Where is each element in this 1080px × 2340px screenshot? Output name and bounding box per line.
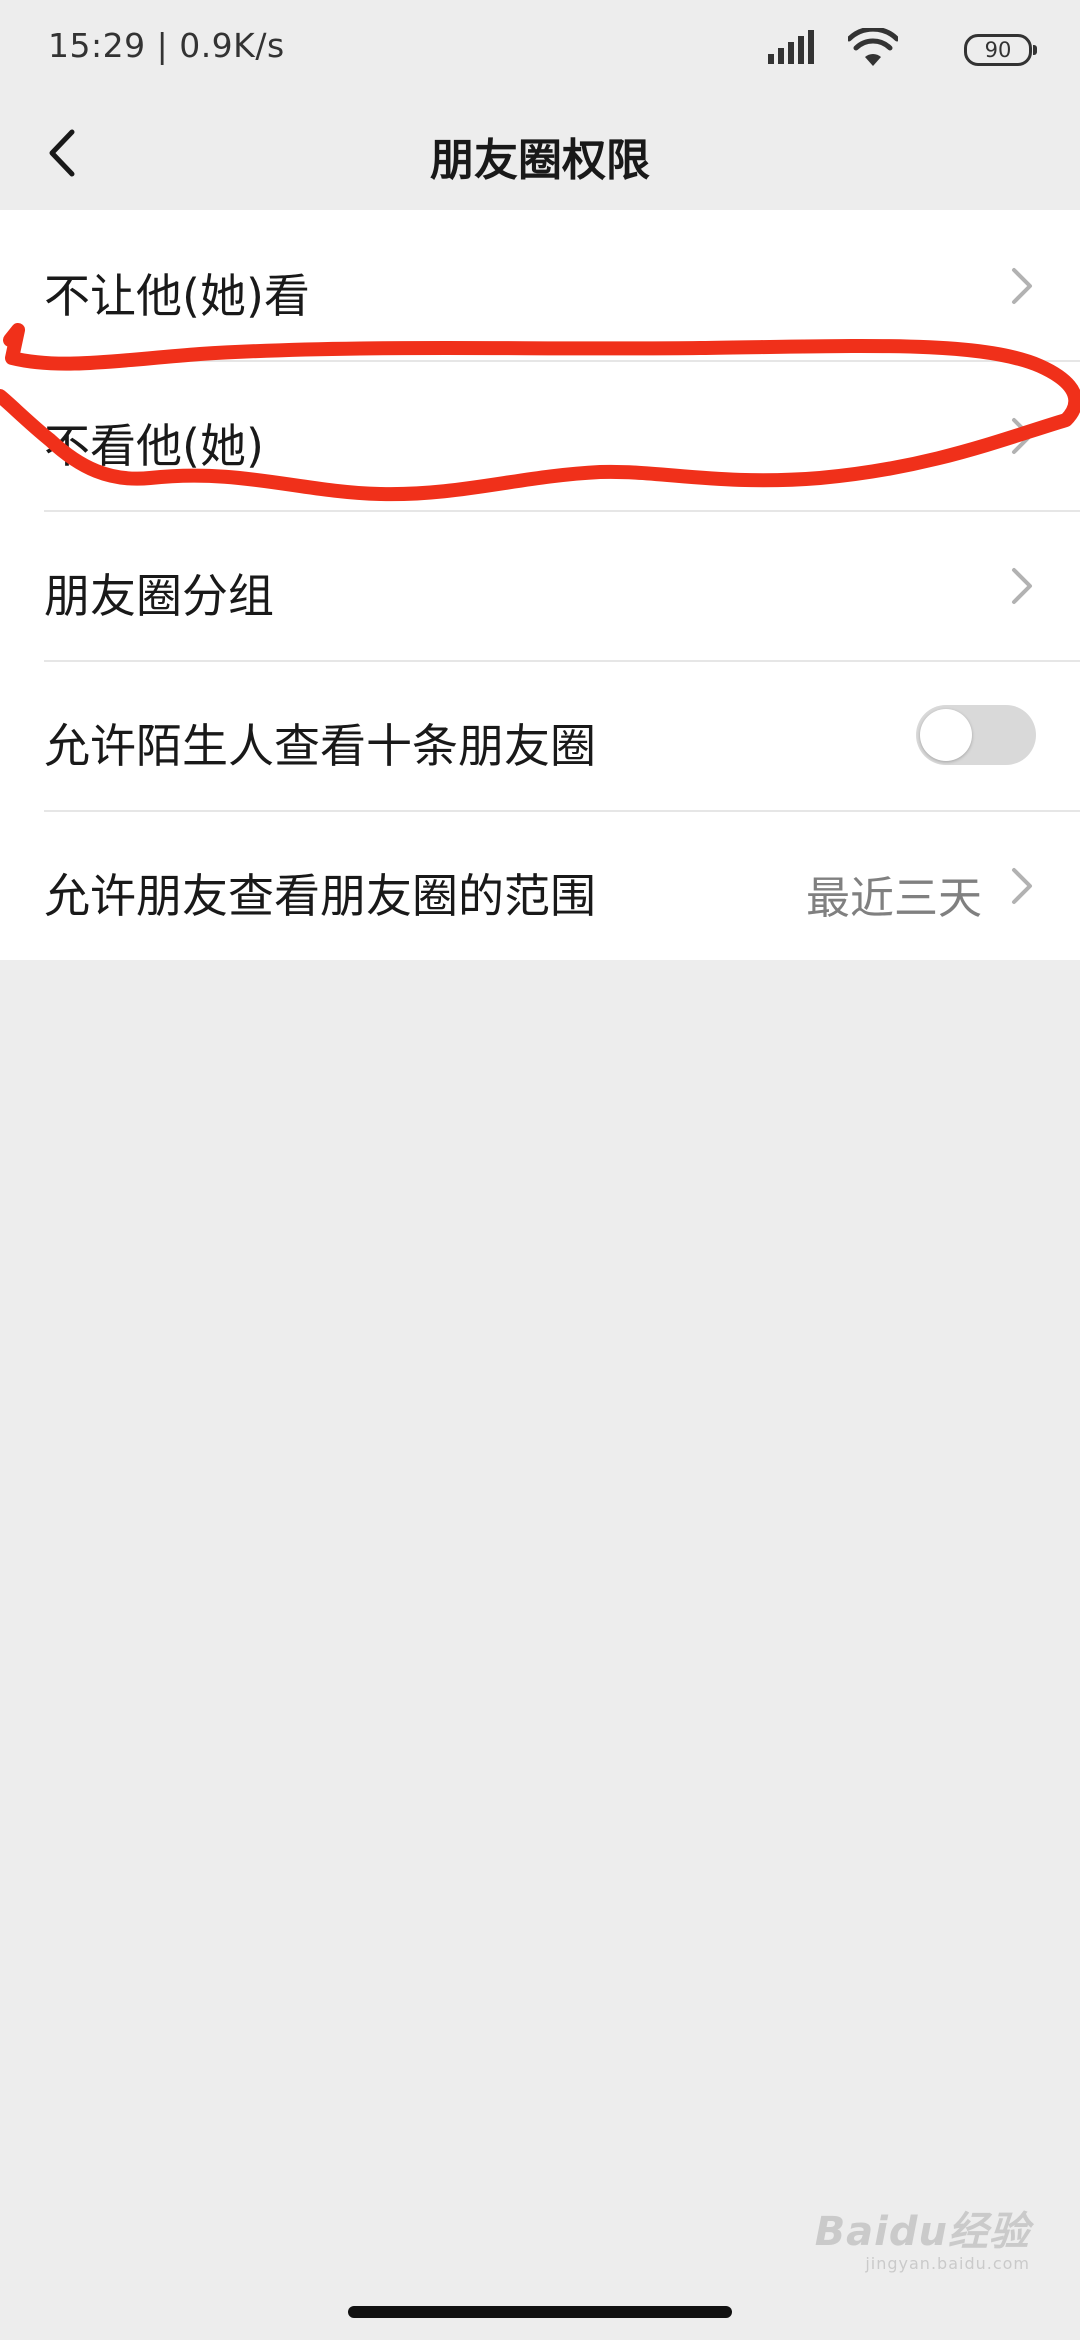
- baidu-watermark: Baidu经验 jingyan.baidu.com: [815, 2210, 1030, 2273]
- row-label: 允许朋友查看朋友圈的范围: [44, 869, 596, 923]
- chevron-right-icon: [1012, 418, 1032, 454]
- row-value: 最近三天: [806, 873, 982, 924]
- row-label: 朋友圈分组: [44, 569, 274, 623]
- toggle-knob: [920, 709, 972, 761]
- chevron-right-icon: [1012, 868, 1032, 904]
- row-allow-strangers-ten-posts: 允许陌生人查看十条朋友圈: [0, 660, 1080, 810]
- nav-bar: 朋友圈权限: [0, 100, 1080, 210]
- strangers-toggle[interactable]: [916, 705, 1036, 765]
- row-hide-their-moments[interactable]: 不看他(她): [0, 360, 1080, 510]
- watermark-url: jingyan.baidu.com: [865, 2254, 1030, 2273]
- settings-list: 不让他(她)看 不看他(她) 朋友圈分组 允许陌生人查看十条朋友圈 允许朋友查看…: [0, 210, 1080, 960]
- page-title: 朋友圈权限: [430, 135, 650, 186]
- wifi-icon: [848, 28, 898, 66]
- row-label: 不看他(她): [44, 419, 264, 473]
- status-bar: 15:29 | 0.9K/s 90: [0, 0, 1080, 100]
- status-time-speed: 15:29 | 0.9K/s: [48, 26, 285, 65]
- home-indicator[interactable]: [348, 2306, 732, 2318]
- row-visible-range[interactable]: 允许朋友查看朋友圈的范围 最近三天: [0, 810, 1080, 960]
- row-label: 不让他(她)看: [44, 269, 310, 323]
- battery-indicator: 90: [964, 34, 1037, 66]
- signal-icon: [768, 30, 814, 64]
- chevron-right-icon: [1012, 568, 1032, 604]
- row-moments-groups[interactable]: 朋友圈分组: [0, 510, 1080, 660]
- row-label: 允许陌生人查看十条朋友圈: [44, 719, 596, 773]
- watermark-logo: Baidu经验: [814, 2209, 1030, 2255]
- chevron-right-icon: [1012, 268, 1032, 304]
- row-hide-my-moments[interactable]: 不让他(她)看: [0, 210, 1080, 360]
